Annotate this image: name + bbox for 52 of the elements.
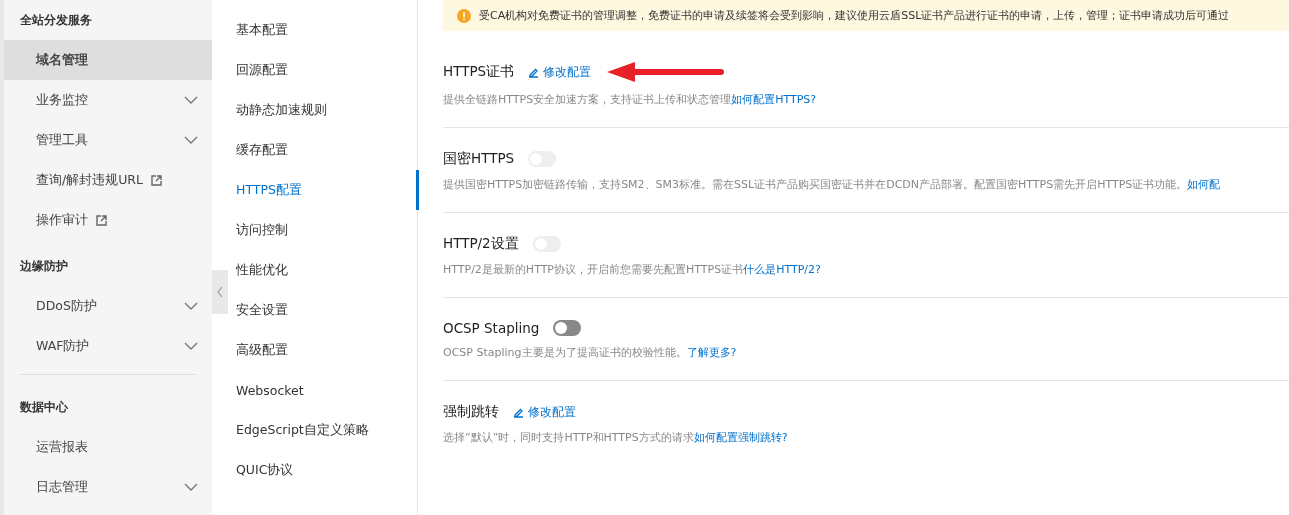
edit-config-link[interactable]: 修改配置 <box>513 403 576 421</box>
notice-text: 受CA机构对免费证书的管理调整，免费证书的申请及续签将会受到影响，建议使用云盾SSL证书产品进行证书的申请，上传，管理；证书申请成功后可通过 <box>479 8 1230 23</box>
setting-title: 国密HTTPS <box>443 150 515 168</box>
setting-title: 强制跳转 <box>443 403 499 421</box>
setting-description: 提供国密HTTPS加密链路传输，支持SM2、SM3标准。需在SSL证书产品购买国密证书并在DCDN产品部署。配置国密HTTPS需先开启HTTPS证书功能。如何配 <box>443 177 1222 192</box>
external-link-icon <box>96 214 107 226</box>
config-nav-item[interactable]: 安全设置 <box>230 290 419 330</box>
config-nav-item[interactable]: 高级配置 <box>230 330 419 370</box>
config-nav-item[interactable]: Websocket <box>230 370 419 410</box>
setting-description: 提供全链路HTTPS安全加速方案，支持证书上传和状态管理如何配置HTTPS? <box>443 92 818 107</box>
sidebar-item[interactable]: 运营报表 <box>4 427 212 467</box>
help-link[interactable]: 如何配置HTTPS? <box>731 93 817 106</box>
sidebar-item[interactable]: DDoS防护 <box>4 286 212 326</box>
setting-title: HTTPS证书 <box>443 63 515 81</box>
chevron-down-icon <box>184 342 198 350</box>
sidebar-group-title: 数据中心 <box>19 399 69 416</box>
setting-title: OCSP Stapling <box>443 320 540 336</box>
sidebar-item[interactable]: 业务监控 <box>4 80 212 120</box>
edit-config-link[interactable]: 修改配置 <box>528 63 592 81</box>
sidebar-item[interactable]: 域名管理 <box>4 40 212 80</box>
config-nav-item[interactable]: 回源配置 <box>230 50 419 90</box>
config-nav-item[interactable]: 动静态加速规则 <box>230 90 419 130</box>
help-link[interactable]: 了解更多? <box>686 346 737 359</box>
config-nav-item[interactable]: 基本配置 <box>230 10 419 50</box>
chevron-down-icon <box>184 302 198 310</box>
setting-description: HTTP/2是最新的HTTP协议，开启前您需要先配置HTTPS证书什么是HTTP/2? <box>443 262 822 277</box>
chevron-down-icon <box>184 136 198 144</box>
collapse-handle[interactable] <box>212 270 228 314</box>
chevron-down-icon <box>184 96 198 104</box>
config-nav-item[interactable]: 缓存配置 <box>230 130 419 170</box>
warning-icon <box>457 8 471 23</box>
sidebar-item[interactable]: 查询/解封违规URL <box>4 160 212 200</box>
chevron-down-icon <box>184 483 198 491</box>
sidebar-item[interactable]: 操作审计 <box>4 200 212 240</box>
sidebar-item[interactable]: WAF防护 <box>4 326 212 366</box>
toggle-switch[interactable] <box>553 320 582 336</box>
config-nav-item[interactable]: QUIC协议 <box>230 450 419 490</box>
external-link-icon <box>151 174 162 186</box>
sidebar-item[interactable]: 日志管理 <box>4 467 212 507</box>
config-nav-item[interactable]: EdgeScript自定义策略 <box>230 410 419 450</box>
config-nav-item[interactable]: 访问控制 <box>230 210 419 250</box>
sidebar-item[interactable]: 管理工具 <box>4 120 212 160</box>
sidebar-group-title: 全站分发服务 <box>19 12 93 29</box>
setting-description: 选择“默认”时，同时支持HTTP和HTTPS方式的请求如何配置强制跳转? <box>443 430 789 445</box>
setting-title: HTTP/2设置 <box>443 235 519 253</box>
config-nav-item[interactable]: HTTPS配置 <box>230 170 419 210</box>
pencil-icon <box>528 66 540 78</box>
sidebar-group-title: 边缘防护 <box>19 258 69 275</box>
config-nav-item[interactable]: 性能优化 <box>230 250 419 290</box>
help-link[interactable]: 如何配置强制跳转? <box>693 431 788 444</box>
setting-description: OCSP Stapling主要是为了提高证书的校验性能。了解更多? <box>443 345 738 360</box>
pencil-icon <box>513 406 524 418</box>
